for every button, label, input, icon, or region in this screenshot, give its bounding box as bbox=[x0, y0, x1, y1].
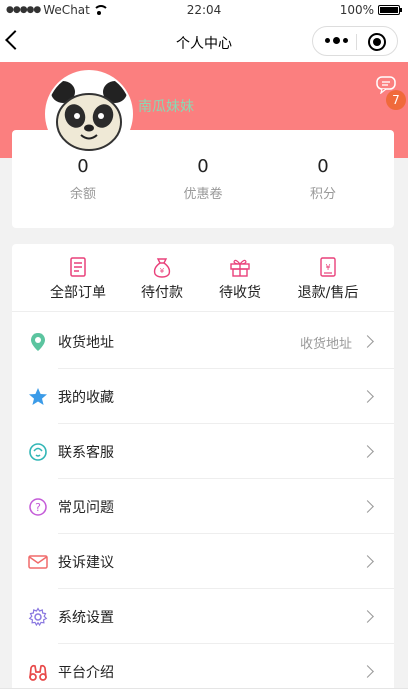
order-label: 全部订单 bbox=[50, 285, 106, 301]
svg-text:¥: ¥ bbox=[160, 267, 165, 275]
battery-label: 100% bbox=[339, 3, 374, 17]
username[interactable]: 南瓜妹妹 bbox=[138, 96, 194, 116]
menu-item-label: 平台介绍 bbox=[58, 665, 114, 681]
menu-item-label: 常见问题 bbox=[58, 500, 114, 516]
binoculars-icon bbox=[29, 664, 47, 681]
order-label: 退款/售后 bbox=[297, 285, 359, 301]
refund-icon: ¥ bbox=[320, 257, 336, 277]
stat-value: 0 bbox=[317, 156, 329, 177]
main-card: 全部订单 ¥ 待付款 待收货 ¥ 退款/售后 收货地址 收货地址 我的收藏 联系… bbox=[12, 244, 394, 696]
question-icon: ? bbox=[29, 498, 47, 516]
message-badge: 7 bbox=[386, 90, 406, 110]
svg-text:¥: ¥ bbox=[325, 263, 330, 272]
chevron-right-icon bbox=[361, 610, 374, 623]
stat-value: 0 bbox=[197, 156, 209, 177]
stat-coupons[interactable]: 0 优惠卷 bbox=[143, 156, 263, 202]
star-icon bbox=[29, 388, 47, 405]
chevron-right-icon bbox=[361, 665, 374, 678]
status-right: 100% bbox=[339, 3, 402, 17]
chevron-right-icon bbox=[361, 445, 374, 458]
order-all-button[interactable]: 全部订单 bbox=[30, 256, 126, 302]
order-label: 待付款 bbox=[141, 285, 183, 301]
order-list-icon bbox=[70, 257, 86, 277]
svg-text:?: ? bbox=[35, 501, 41, 514]
chevron-right-icon bbox=[361, 390, 374, 403]
menu-item-extra: 收货地址 bbox=[299, 337, 352, 352]
stat-label: 积分 bbox=[309, 187, 336, 202]
settings-icon bbox=[28, 607, 48, 627]
customer-service-icon bbox=[29, 443, 47, 461]
gift-box-icon bbox=[230, 259, 250, 277]
menu-item-favorites[interactable]: 我的收藏 bbox=[12, 369, 394, 424]
stat-points[interactable]: 0 积分 bbox=[263, 156, 383, 202]
order-to-receive-button[interactable]: 待收货 bbox=[192, 256, 288, 302]
battery-icon bbox=[378, 5, 402, 15]
stat-value: 0 bbox=[77, 156, 89, 177]
location-icon bbox=[31, 333, 45, 351]
menu-item-label: 投诉建议 bbox=[58, 555, 114, 571]
menu-item-label: 收货地址 bbox=[58, 335, 114, 351]
stat-label: 优惠卷 bbox=[183, 187, 223, 202]
panda-avatar-icon bbox=[47, 72, 131, 156]
menu-item-label: 联系客服 bbox=[58, 445, 114, 461]
capsule-divider bbox=[356, 34, 357, 50]
chevron-right-icon bbox=[361, 500, 374, 513]
mail-icon bbox=[28, 555, 48, 569]
menu-item-customer-service[interactable]: 联系客服 bbox=[12, 424, 394, 479]
order-refund-button[interactable]: ¥ 退款/售后 bbox=[278, 256, 378, 302]
order-shortcuts: 全部订单 ¥ 待付款 待收货 ¥ 退款/售后 bbox=[12, 244, 394, 312]
stat-balance[interactable]: 0 余额 bbox=[23, 156, 143, 202]
menu-item-label: 我的收藏 bbox=[58, 390, 114, 406]
menu-item-feedback[interactable]: 投诉建议 bbox=[12, 534, 394, 589]
stat-label: 余额 bbox=[69, 187, 96, 202]
mini-program-capsule bbox=[312, 26, 398, 56]
chevron-right-icon bbox=[361, 555, 374, 568]
tab-bar bbox=[0, 688, 408, 696]
avatar[interactable] bbox=[45, 70, 133, 158]
menu-item-faq[interactable]: ? 常见问题 bbox=[12, 479, 394, 534]
menu-item-label: 系统设置 bbox=[58, 610, 114, 626]
order-label: 待收货 bbox=[219, 285, 261, 301]
chevron-right-icon bbox=[361, 335, 374, 348]
nav-bar: 个人中心 bbox=[0, 22, 408, 62]
menu-item-settings[interactable]: 系统设置 bbox=[12, 589, 394, 644]
status-bar: ●●●●● WeChat 22:04 100% bbox=[0, 0, 408, 22]
menu-item-address[interactable]: 收货地址 收货地址 bbox=[12, 314, 394, 369]
more-icon[interactable] bbox=[325, 37, 348, 44]
wallet-icon: ¥ bbox=[153, 258, 171, 278]
close-icon[interactable] bbox=[368, 33, 386, 51]
